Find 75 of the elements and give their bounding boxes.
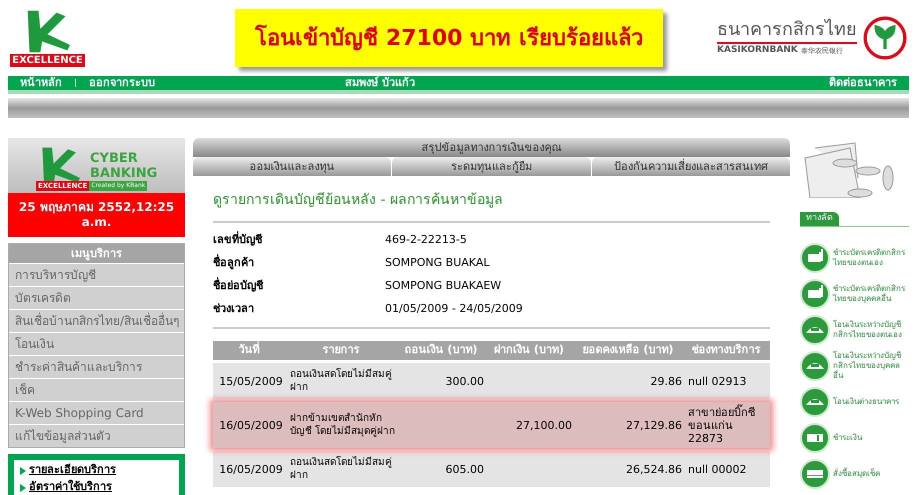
column-header: ยอดคงเหลือ (บาท) [582,342,674,358]
service-link[interactable]: อัตราค่าใช้บริการ [29,479,112,495]
shortcut-link[interactable]: ชำระเงิน [833,432,907,442]
menu-item[interactable]: K-Web Shopping Card [9,401,184,424]
detail-value: 469-2-22213-5 [385,232,467,248]
column-header: รายการ [322,342,360,358]
triangle-icon [20,466,26,474]
table-cell-text: 29.86 [650,374,683,388]
shortcut-link[interactable]: โอนเงินต่างธนาคาร [833,396,907,406]
user-name: สมพงษ์ บัวแก้ว [344,74,415,91]
tab[interactable]: ป้องกันความเสี่ยงและสารสนเทศ [592,157,790,176]
date-time: 25 พฤษภาคม 2552,12:25 a.m. [8,193,185,237]
table-cell-text: 300.00 [444,374,485,388]
shortcut-link[interactable]: ชำระบัตรเครดิตกสิกรไทยของตนเอง [833,248,907,268]
checkbook-icon [800,458,830,488]
table-cell-text: 27,129.86 [625,418,683,432]
nav-separator: | [74,77,77,89]
detail-value: 01/05/2009 - 24/05/2009 [385,301,523,318]
table-cell-text: 16/05/2009 [218,418,284,432]
column-header: ช่องทางบริการ [690,342,762,358]
card-icon [800,278,830,308]
table-cell-text: 27,100.00 [515,418,573,432]
card-icon [800,242,830,272]
tab[interactable]: ออมเงินและลงทุน [193,157,392,176]
transfer-icon [800,350,830,380]
table-cell-text: สาขาย่อยบิ๊กซี ขอนแก่น 22873 [687,406,756,444]
menu-item[interactable]: สินเชื่อบ้านกสิกรไทย/สินเชื่ออื่นๆ [9,309,184,332]
logo-text: EXCELLENCE [10,54,85,67]
triangle-icon [20,484,26,492]
column-header: ฝากเงิน (บาท) [493,342,565,358]
service-link[interactable]: รายละเอียดบริการ [29,462,116,479]
shortcut-link[interactable]: สั่งซื้อสมุดเช็ค [833,468,907,478]
table-cell-text: ฝากข้ามเขตสำนักหักบัญชี โดยไม่มีสมุดคู่ฝาก [289,412,396,438]
menu-item[interactable]: เช็ค [9,378,184,401]
detail-label: ช่วงเวลา [213,301,255,318]
detail-label: ชื่อย่อบัญชี [213,278,264,294]
table-cell-text: ถอนเงินสดโดยไม่มีสมคู่ฝาก [289,456,393,482]
table-cell-text: 16/05/2009 [218,462,284,476]
menu-item[interactable]: โอนเงิน [9,332,184,355]
banner: โอนเข้าบัญชี 27100 บาท เรียบร้อยแล้ว [235,9,663,67]
tab[interactable]: ระดมทุนและกู้ยืม [392,157,591,176]
detail-value: SOMPONG BUAKAEW [385,278,502,294]
table-cell-text: null 00002 [687,462,748,476]
table-cell-text: null 02913 [687,374,748,388]
menu-item[interactable]: แก้ไขข้อมูลส่วนตัว [9,424,184,447]
detail-value: SOMPONG BUAKAL [385,255,490,272]
shortcut-link[interactable]: โอนเงินระหว่างบัญชีกสิกรไทยของตนเอง [833,320,907,340]
menu-title: เมนูบริการ [9,244,184,263]
transfer-icon [800,386,830,416]
column-header: วันที่ [238,342,260,358]
column-header: ถอนเงิน (บาท) [404,342,478,358]
shortcut-title: ทางลัด [800,212,839,226]
bank-name: ธนาคารกสิกรไทย [717,18,857,44]
bill-icon [800,422,830,452]
table-cell-text: 26,524.86 [625,462,683,476]
tab[interactable]: สรุปข้อมูลทางการเงินของคุณ [193,138,790,157]
nav-link[interactable]: ติดต่อธนาคาร [829,74,897,92]
shortcut-link[interactable]: โอนเงินระหว่างบัญชีกสิกรไทยของบุคคลอื่น [833,350,907,380]
shortcut-link[interactable]: ชำระบัตรเครดิตกสิกรไทยของบุคคลอื่น [833,284,907,304]
menu-item[interactable]: การบริหารบัญชี [9,263,184,286]
detail-label: เลขที่บัญชี [213,232,264,248]
menu-item[interactable]: บัตรเครดิต [9,286,184,309]
page-title: ดูรายการเดินบัญชีย้อนหลัง - ผลการค้นหาข้อมูล [213,190,770,223]
bank-logo-icon [863,16,907,60]
nav-link[interactable]: หน้าหลัก [20,74,62,92]
transfer-icon [800,314,830,344]
detail-label: ชื่อลูกค้า [213,255,255,272]
logo-text: BANKING [90,166,158,180]
table-cell-text: 605.00 [444,462,485,476]
bank-name-en: KASIKORNBANK [717,44,798,58]
menu-item[interactable]: ชำระค่าสินค้าและบริการ [9,355,184,378]
logo-text: CYBER [90,150,139,166]
nav-link[interactable]: ออกจากระบบ [88,74,155,92]
table-cell-text: ถอนเงินสดโดยไม่มีสมคู่ฝาก [289,368,393,394]
table-cell-text: 15/05/2009 [218,374,284,388]
